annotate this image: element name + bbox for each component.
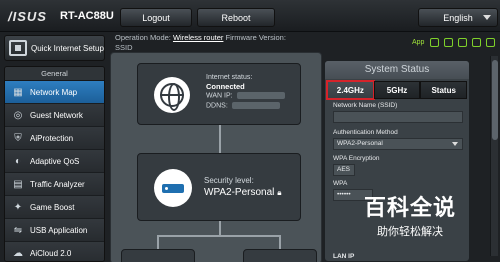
sidebar-item-aiprotection[interactable]: ⛨ AiProtection xyxy=(5,127,104,150)
auth-method-label: Authentication Method xyxy=(333,129,398,136)
network-name-label: Network Name (SSID) xyxy=(333,102,398,109)
clients-box[interactable] xyxy=(121,249,195,262)
sidebar-item-network-map[interactable]: ▦ Network Map xyxy=(5,81,104,104)
ddns-redacted xyxy=(231,102,280,109)
watermark-title: 百科全说 xyxy=(364,195,457,220)
aiprotection-icon: ⛨ xyxy=(14,132,22,144)
network-map-icon: ▦ xyxy=(13,86,23,98)
lock-icon: 🔒︎ xyxy=(277,188,282,197)
reboot-button[interactable]: Reboot xyxy=(197,8,275,27)
sidebar-item-label: USB Application xyxy=(30,225,88,235)
quick-internet-setup-button[interactable]: Quick Internet Setup xyxy=(4,35,105,61)
sidebar-item-label: Adaptive QoS xyxy=(30,156,80,166)
usb-icon: ⇋ xyxy=(13,224,23,236)
router-icon xyxy=(154,169,192,207)
top-bar: /ISUS RT-AC88U Logout Reboot English xyxy=(0,0,500,32)
device-status-icon[interactable] xyxy=(486,38,495,47)
sidebar-item-adaptive-qos[interactable]: ◐ Adaptive QoS xyxy=(5,150,104,173)
language-label: English xyxy=(443,12,473,23)
qos-icon: ◐ xyxy=(14,155,22,167)
watermark-subtitle: 助你轻松解决 xyxy=(377,226,443,238)
band-tabs: 2.4GHz 5GHz Status xyxy=(326,80,468,100)
connector-line xyxy=(157,235,281,237)
usb-devices-box[interactable] xyxy=(243,249,317,262)
game-boost-icon: ✦ xyxy=(13,201,23,213)
sidebar-item-label: Game Boost xyxy=(30,202,75,212)
wpa-key-label: WPA xyxy=(333,180,348,187)
security-level-label: Security level: xyxy=(204,176,254,185)
tab-2-4ghz[interactable]: 2.4GHz xyxy=(326,80,375,100)
language-select[interactable]: English xyxy=(418,8,498,27)
ssid-line: SSID xyxy=(115,43,133,52)
auth-method-select[interactable]: WPA2-Personal xyxy=(333,138,463,150)
globe-icon xyxy=(154,77,190,113)
operation-status-line: Operation Mode: Wireless router Firmware… xyxy=(115,33,286,42)
internet-status-box[interactable]: Internet status: Connected WAN IP: DDNS: xyxy=(137,63,301,125)
wizard-icon xyxy=(9,40,27,56)
sidebar-nav: General ▦ Network Map ◎ Guest Network ⛨ … xyxy=(4,66,105,262)
internet-status-value: Connected xyxy=(206,82,245,91)
operation-mode-link[interactable]: Wireless router xyxy=(173,33,223,42)
wireless-status-icon[interactable] xyxy=(472,38,481,47)
sidebar-item-label: Guest Network xyxy=(30,110,83,120)
watermark: 百科全说 助你轻松解决 xyxy=(364,190,456,239)
network-name-input[interactable] xyxy=(333,111,463,123)
operation-mode-label: Operation Mode: xyxy=(115,33,171,42)
sidebar-item-label: AiCloud 2.0 xyxy=(30,248,72,258)
sidebar-item-usb-application[interactable]: ⇋ USB Application xyxy=(5,219,104,242)
network-map-panel: Internet status: Connected WAN IP: DDNS:… xyxy=(110,52,322,262)
page-scrollbar[interactable] xyxy=(490,56,498,256)
system-status-title: System Status xyxy=(325,61,469,79)
sidebar-item-aicloud[interactable]: ☁ AiCloud 2.0 xyxy=(5,242,104,261)
cloud-icon: ☁ xyxy=(13,247,23,259)
sidebar-item-traffic-analyzer[interactable]: ▤ Traffic Analyzer xyxy=(5,173,104,196)
sidebar-item-game-boost[interactable]: ✦ Game Boost xyxy=(5,196,104,219)
asus-logo: /ISUS xyxy=(8,9,47,24)
security-level-value: WPA2-Personal 🔒︎ xyxy=(204,187,281,198)
lan-ip-label: LAN IP xyxy=(333,253,355,260)
qis-label: Quick Internet Setup xyxy=(31,43,104,53)
wan-ip-row: WAN IP: xyxy=(206,92,285,99)
router-model: RT-AC88U xyxy=(60,10,114,22)
logout-button[interactable]: Logout xyxy=(120,8,192,27)
firmware-label: Firmware Version: xyxy=(225,33,286,42)
nav-section-general: General xyxy=(5,67,104,81)
sidebar-item-label: Traffic Analyzer xyxy=(30,179,85,189)
wan-ip-redacted xyxy=(236,92,285,99)
network-status-icon[interactable] xyxy=(444,38,453,47)
security-value-text: WPA2-Personal xyxy=(204,187,275,198)
wan-status-icon[interactable] xyxy=(458,38,467,47)
wpa-encryption-label: WPA Encryption xyxy=(333,155,380,162)
sidebar-item-label: Network Map xyxy=(30,87,78,97)
wpa-encryption-select[interactable]: AES xyxy=(333,164,355,176)
ddns-label: DDNS: xyxy=(206,102,228,110)
ddns-row: DDNS: xyxy=(206,102,280,109)
wan-ip-label: WAN IP: xyxy=(206,92,233,100)
connector-line xyxy=(279,235,281,249)
usb-status-icon[interactable] xyxy=(430,38,439,47)
traffic-analyzer-icon: ▤ xyxy=(13,178,23,190)
app-link[interactable]: App xyxy=(412,39,424,46)
tab-5ghz[interactable]: 5GHz xyxy=(373,81,421,99)
tab-status[interactable]: Status xyxy=(420,81,468,99)
guest-network-icon: ◎ xyxy=(13,109,23,121)
scrollbar-thumb[interactable] xyxy=(492,60,498,140)
connector-line xyxy=(219,221,221,235)
router-security-box[interactable]: Security level: WPA2-Personal 🔒︎ xyxy=(137,153,301,221)
connector-line xyxy=(219,125,221,153)
chevron-down-icon xyxy=(483,15,491,20)
connector-line xyxy=(157,235,159,249)
sidebar-item-guest-network[interactable]: ◎ Guest Network xyxy=(5,104,104,127)
internet-status-label: Internet status: xyxy=(206,74,253,81)
sidebar-item-label: AiProtection xyxy=(30,133,74,143)
